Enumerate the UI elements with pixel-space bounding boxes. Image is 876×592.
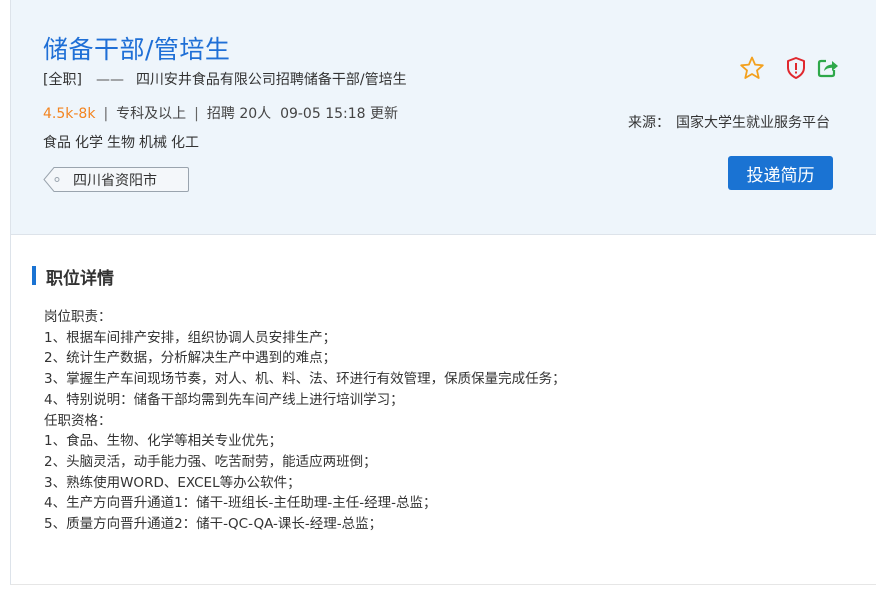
- update-time: 09-05 15:18 更新: [280, 106, 398, 122]
- shield-icon[interactable]: [783, 55, 809, 81]
- job-detail-page: 储备干部/管培生 [全职] —— 四川安井食品有限公司招聘储备干部/管培生 4.5k…: [0, 0, 876, 592]
- description-line: 任职资格：: [44, 412, 112, 429]
- job-type-tag: [全职]: [43, 72, 82, 88]
- major-tag: 机械: [139, 135, 167, 151]
- source-label: 来源：: [628, 115, 670, 131]
- share-icon[interactable]: [815, 55, 841, 81]
- job-detail-panel: 职位详情 岗位职责： 1、根据车间排产安排，组织协调人员安排生产； 2、统计生产…: [10, 235, 876, 585]
- major-tag: 化学: [75, 135, 103, 151]
- source-line: 来源： 国家大学生就业服务平台: [626, 112, 830, 132]
- section-title: 职位详情: [46, 269, 114, 289]
- company-link[interactable]: 四川安井食品有限公司招聘储备干部/管培生: [136, 72, 407, 88]
- job-header-card: 储备干部/管培生 [全职] —— 四川安井食品有限公司招聘储备干部/管培生 4.5k…: [10, 0, 876, 235]
- major-tag: 生物: [107, 135, 135, 151]
- description-line: 5、质量方向晋升通道2：储干-QC-QA-课长-经理-总监；: [44, 516, 383, 533]
- meta-separator: |: [194, 106, 199, 122]
- headcount: 招聘 20人: [206, 106, 272, 122]
- major-tag: 化工: [171, 135, 199, 151]
- job-description: 岗位职责： 1、根据车间排产安排，组织协调人员安排生产； 2、统计生产数据，分析…: [44, 307, 566, 535]
- section-accent-bar: [32, 266, 36, 285]
- description-line: 1、根据车间排产安排，组织协调人员安排生产；: [44, 329, 337, 346]
- major-tag: 食品: [43, 135, 71, 151]
- action-icons: [739, 55, 839, 81]
- education-requirement: 专科及以上: [116, 106, 187, 122]
- description-line: 1、食品、生物、化学等相关专业优先；: [44, 433, 283, 450]
- salary-range: 4.5k-8k: [43, 106, 96, 122]
- source-value: 国家大学生就业服务平台: [676, 115, 830, 131]
- job-title: 储备干部/管培生: [43, 35, 231, 64]
- job-meta-line: 4.5k-8k | 专科及以上 | 招聘 20人 09-05 15:18 更新: [43, 103, 398, 123]
- apply-button[interactable]: 投递简历: [728, 156, 833, 190]
- description-line: 4、特别说明：储备干部均需到先车间产线上进行培训学习；: [44, 391, 404, 408]
- description-line: 3、熟练使用WORD、EXCEL等办公软件；: [44, 474, 301, 491]
- description-line: 2、头脑灵活，动手能力强、吃苦耐劳，能适应两班倒；: [44, 453, 377, 470]
- location-tag: 四川省资阳市: [43, 167, 189, 192]
- description-line: 岗位职责：: [44, 309, 112, 325]
- major-tags: 食品 化学 生物 机械 化工: [43, 132, 203, 152]
- description-line: 4、生产方向晋升通道1：储干-班组长-主任助理-主任-经理-总监；: [44, 495, 437, 512]
- location-text: 四川省资阳市: [73, 173, 157, 189]
- type-dash: ——: [95, 72, 124, 88]
- star-icon[interactable]: [739, 55, 765, 81]
- job-type-line: [全职] —— 四川安井食品有限公司招聘储备干部/管培生: [43, 69, 407, 89]
- description-line: 2、统计生产数据，分析解决生产中遇到的难点；: [44, 350, 337, 367]
- description-line: 3、掌握生产车间现场节奏，对人、机、料、法、环进行有效管理，保质保量完成任务；: [44, 371, 566, 388]
- meta-separator: |: [103, 106, 109, 122]
